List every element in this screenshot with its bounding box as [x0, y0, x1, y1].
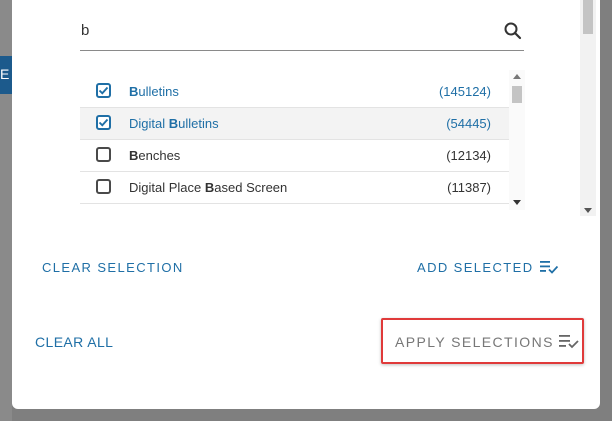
list-item[interactable]: Benches (12134) — [80, 140, 510, 172]
dialog-scrollbar[interactable] — [580, 0, 596, 216]
list-item-count: (145124) — [438, 84, 491, 99]
dialog-scrollbar-thumb[interactable] — [583, 0, 593, 34]
list-item[interactable]: Digital Bulletins (54445) — [80, 108, 510, 140]
playlist-check-icon[interactable] — [559, 334, 579, 349]
list-item[interactable]: Bulletins (145124) — [80, 76, 510, 108]
label-rest: enches — [138, 148, 181, 163]
label-prefix: Digital Place — [129, 180, 205, 195]
add-selected-button[interactable]: ADD SELECTED — [417, 260, 534, 275]
clear-selection-button[interactable]: CLEAR SELECTION — [42, 260, 184, 275]
clear-all-button[interactable]: CLEAR ALL — [35, 334, 113, 350]
playlist-check-icon[interactable] — [540, 260, 558, 274]
apply-selections-button[interactable]: APPLY SELECTIONS — [395, 334, 554, 350]
label-rest: ulletins — [138, 84, 179, 99]
list-item[interactable]: Digital Place Based Screen (11387) — [80, 172, 510, 204]
checkbox-checked[interactable] — [96, 115, 111, 130]
label-prefix: Digital — [129, 116, 169, 131]
label-rest: ulletins — [178, 116, 219, 131]
list-item-count: (11387) — [447, 180, 491, 195]
backdrop-button: E — [0, 56, 12, 94]
list-item-count: (12134) — [446, 148, 491, 163]
checkbox-checked[interactable] — [96, 83, 111, 98]
list-scrollbar-thumb[interactable] — [512, 86, 522, 103]
list-item-label: Digital Place Based Screen — [129, 180, 287, 195]
list-scroll-down-arrow[interactable] — [513, 200, 521, 205]
list-item-label: Benches — [129, 148, 180, 163]
check-icon — [98, 118, 109, 127]
dialog-scroll-down-arrow[interactable] — [584, 208, 592, 213]
list-item-count: (54445) — [446, 116, 491, 131]
backdrop-button-label: E — [0, 66, 10, 82]
check-icon — [98, 86, 109, 95]
label-match-highlight: B — [129, 84, 139, 99]
label-match-highlight: B — [129, 148, 139, 163]
checkbox-unchecked[interactable] — [96, 147, 111, 162]
checkbox-unchecked[interactable] — [96, 179, 111, 194]
list-item-label: Digital Bulletins — [129, 116, 219, 131]
label-rest: ased Screen — [214, 180, 288, 195]
option-list: Bulletins (145124) Digital Bulletins (54445… — [80, 76, 510, 206]
label-match-highlight: B — [168, 116, 179, 131]
option-list-scrollbar[interactable] — [509, 70, 525, 210]
search-field — [80, 14, 524, 51]
search-input[interactable] — [80, 18, 492, 42]
list-scroll-up-arrow[interactable] — [513, 74, 521, 79]
list-item-label: Bulletins — [129, 84, 179, 99]
label-match-highlight: B — [204, 180, 215, 195]
search-icon[interactable] — [502, 20, 524, 42]
